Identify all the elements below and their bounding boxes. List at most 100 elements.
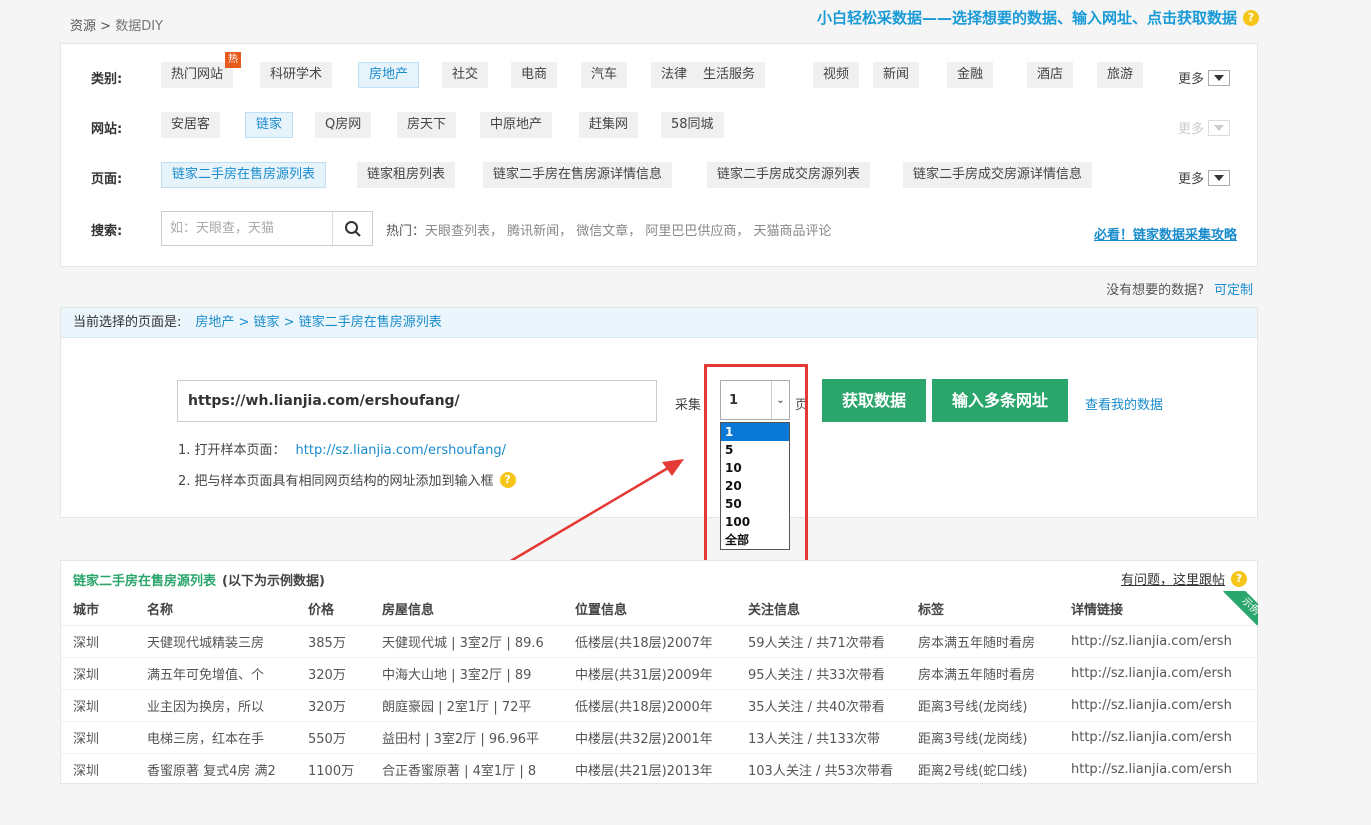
category-label: 类别: [91,72,123,87]
guide-link[interactable]: 必看！链家数据采集攻略 [1094,224,1237,243]
custom-request: 没有想要的数据? 可定制 [1106,279,1253,298]
site-tag[interactable]: Q房网 [315,112,372,138]
table-cell: http://sz.lianjia.com/ersh [1059,688,1259,721]
step-1-text: 1. 打开样本页面： [178,443,286,458]
page-tag[interactable]: 链家二手房在售房源列表 [161,162,327,188]
category-tag[interactable]: 视频 [813,62,860,88]
table-cell: 房本满五年随时看房 [906,656,1059,689]
page-tag[interactable]: 链家二手房成交房源列表 [707,162,871,188]
search-input[interactable] [162,212,332,245]
chevron-down-icon [1208,69,1231,86]
table-cell: 385万 [308,635,346,651]
site-tag[interactable]: 链家 [245,112,294,138]
annotation-highlight-box [704,364,808,569]
table-cell: http://sz.lianjia.com/ersh [1059,752,1259,785]
fetch-data-button[interactable]: 获取数据 [822,379,926,422]
table-cell: 103人关注 / 共53次带看 [736,752,906,785]
table-cell: 房本满五年随时看房 [918,635,1036,651]
table-cell: 满五年可免增值、个 [135,656,296,689]
breadcrumb-current: 数据DIY [115,19,163,34]
breadcrumb-root[interactable]: 资源 [70,19,96,34]
report-link[interactable]: 有问题，这里跟帖 ? [1121,569,1247,588]
search-button[interactable] [332,212,372,245]
category-tag[interactable]: 旅游 [1097,62,1144,88]
url-input[interactable] [177,380,657,422]
category-tag[interactable]: 电商 [511,62,558,88]
table-cell: 香蜜原著 复式4房 满2 [135,752,296,785]
category-tag[interactable]: 热门网站热 [161,52,242,88]
table-row: 深圳 电梯三房，红本在手 550万 益田村 | 3室2厅 | 96.96平 中楼层(共3… [61,720,1259,753]
breadcrumb: 资源 > 数据DIY [70,15,163,34]
page-tag[interactable]: 链家二手房成交房源详情信息 [903,162,1093,188]
table-cell: 13人关注 / 共133次带 [736,720,906,753]
table-cell: 距离3号线(龙岗线) [906,688,1059,721]
my-data-link[interactable]: 查看我的数据 [1085,394,1163,413]
filter-panel: 类别: 热门网站热科研学术 房地产 社交 电商 汽车 法律 生活服务 视频 新闻 金融 酒店 旅游 更… [60,43,1258,267]
table-row: 深圳 业主因为换房，所以 320万 朗庭豪园 | 2室1厅 | 72平 低楼层(共18层… [61,688,1259,721]
hot-items[interactable]: 天眼查列表， 腾讯新闻， 微信文章， 阿里巴巴供应商， 天猫商品评论 [425,224,832,239]
column-header: 标签 [906,593,1059,626]
page-more-button[interactable]: 更多 [1178,168,1231,187]
table-cell: http://sz.lianjia.com/ersh [1059,656,1259,689]
table-row: 深圳 满五年可免增值、个 320万 中海大山地 | 3室2厅 | 89 中楼层(共31层… [61,656,1259,689]
table-cell: 业主因为换房，所以 [135,688,296,721]
category-tag[interactable]: 金融 [947,62,994,88]
category-tag[interactable]: 社交 [442,62,489,88]
table-cell: 深圳 [61,720,135,753]
more-label: 更多 [1178,122,1205,137]
search-box [161,211,373,246]
category-tag[interactable]: 法律 [651,62,698,88]
table-cell: 合正香蜜原著 | 4室1厅 | 8 [370,752,563,785]
column-header: 价格 [296,593,370,626]
page-label: 页面: [91,172,123,187]
column-header: 关注信息 [736,593,906,626]
current-page-path[interactable]: 房地产 > 链家 > 链家二手房在售房源列表 [195,315,441,330]
site-tag[interactable]: 中原地产 [480,112,553,138]
site-tag[interactable]: 赶集网 [579,112,639,138]
table-row: 深圳 天健现代城精装三房 385万 天健现代城 | 3室2厅 | 89.6 低楼层(共1… [61,625,1259,657]
table-cell: 550万 [296,720,370,753]
category-tag[interactable]: 房地产 [358,62,420,88]
table-cell: http://sz.lianjia.com/ersh [1059,720,1259,753]
category-tag[interactable]: 生活服务 [693,62,766,88]
table-cell: 320万 [296,688,370,721]
table-cell: 深圳 [61,688,135,721]
table-cell: http://sz.lianjia.com/ersh [1071,633,1232,649]
table-cell: 低楼层(共18层)2007年 [575,635,713,651]
column-header: 位置信息 [563,593,736,626]
current-page-panel: 当前选择的页面是:房地产 > 链家 > 链家二手房在售房源列表 采集 1 ⌄ 页… [60,307,1258,518]
category-tag[interactable]: 科研学术 [260,62,333,88]
more-label: 更多 [1178,72,1205,87]
site-tag[interactable]: 房天下 [397,112,457,138]
collect-label: 采集 [675,398,702,413]
site-tag[interactable]: 安居客 [161,112,221,138]
table-cell: 中海大山地 | 3室2厅 | 89 [370,656,563,689]
column-header: 房屋信息 [370,593,563,626]
custom-link[interactable]: 可定制 [1214,283,1253,298]
help-icon[interactable]: ? [499,471,516,488]
site-tag[interactable]: 58同城 [661,112,724,138]
category-more-button[interactable]: 更多 [1178,68,1231,87]
table-cell: 中楼层(共21层)2013年 [563,752,736,785]
sample-data-panel: 链家二手房在售房源列表 (以下为示例数据) 有问题，这里跟帖 ? 示例 城市 名称价… [60,560,1259,785]
page-tag[interactable]: 链家租房列表 [357,162,456,188]
multi-url-button[interactable]: 输入多条网址 [932,379,1068,422]
column-header: 详情链接 [1059,593,1259,626]
table-cell: 中楼层(共32层)2001年 [563,720,736,753]
table-cell: 距离2号线(蛇口线) [906,752,1059,785]
hot-searches: 热门：天眼查列表， 腾讯新闻， 微信文章， 阿里巴巴供应商， 天猫商品评论 [386,220,832,239]
help-icon[interactable]: ? [1243,9,1259,26]
page-tag[interactable]: 链家二手房在售房源详情信息 [483,162,673,188]
table-cell: 1100万 [296,752,370,785]
sample-page-link[interactable]: http://sz.lianjia.com/ershoufang/ [296,443,506,458]
site-more-button: 更多 [1178,118,1231,137]
custom-question: 没有想要的数据? [1106,283,1204,298]
category-tag[interactable]: 汽车 [581,62,628,88]
step-2-text: 2. 把与样本页面具有相同网页结构的网址添加到输入框 [178,474,494,489]
current-page-label: 当前选择的页面是: [73,315,182,330]
current-page-header: 当前选择的页面是: 房地产 > 链家 > 链家二手房在售房源列表 [61,308,1257,338]
category-tag[interactable]: 酒店 [1027,62,1074,88]
search-label: 搜索: [91,224,123,239]
report-text[interactable]: 有问题，这里跟帖 [1121,569,1225,588]
category-tag[interactable]: 新闻 [873,62,920,88]
